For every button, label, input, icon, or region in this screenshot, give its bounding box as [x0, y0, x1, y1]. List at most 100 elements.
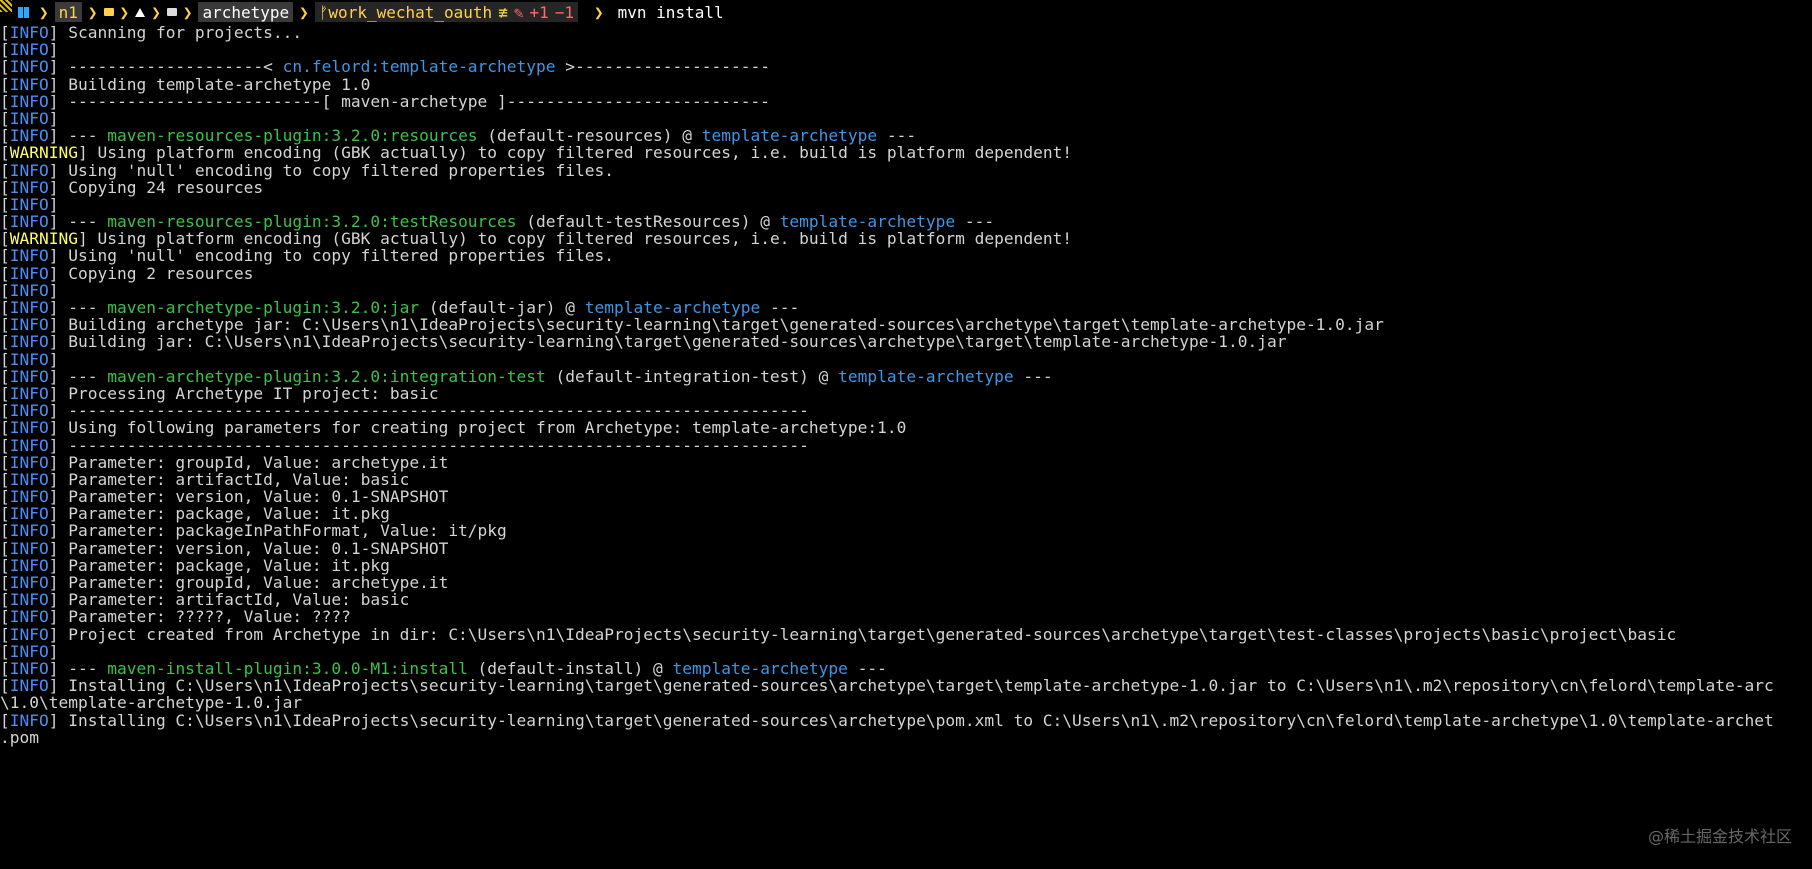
log-bracket: ]: [48, 315, 69, 335]
log-level-tag: INFO: [9, 435, 49, 455]
log-text: Parameter: groupId, Value: archetype.it: [68, 452, 449, 472]
typed-command[interactable]: mvn install: [618, 3, 724, 22]
log-bracket: [: [0, 401, 10, 421]
log-bracket: [: [0, 23, 10, 42]
git-branch-icon: ᚠ: [318, 2, 329, 22]
log-text: Parameter: artifactId, Value: basic: [68, 590, 410, 610]
log-bracket: ]: [77, 143, 98, 163]
log-text: Using platform encoding (GBK actually) t…: [97, 143, 1073, 163]
log-level-tag: INFO: [9, 624, 49, 644]
log-bracket: [: [0, 40, 10, 60]
log-level-tag: INFO: [9, 641, 49, 661]
log-level-tag: INFO: [9, 194, 49, 214]
log-level-tag: INFO: [9, 658, 49, 678]
log-text: Using following parameters for creating …: [68, 418, 907, 438]
plugin-goal: maven-resources-plugin:3.2.0:resources: [107, 126, 478, 146]
log-line: [INFO] --- maven-install-plugin:3.0.0-M1…: [0, 660, 1812, 677]
log-bracket: [: [0, 315, 10, 335]
log-text: Using 'null' encoding to copy filtered p…: [68, 246, 614, 266]
log-bracket: [: [0, 108, 10, 128]
log-bracket: ]: [48, 435, 69, 455]
log-line: [INFO]: [0, 282, 1812, 299]
log-line: [INFO] --- maven-archetype-plugin:3.2.0:…: [0, 299, 1812, 316]
prompt-separator: ❯: [299, 2, 309, 22]
log-bracket: [: [0, 469, 10, 489]
log-line: [INFO] Using 'null' encoding to copy fil…: [0, 160, 1812, 180]
log-bracket: ]: [48, 280, 69, 300]
log-bracket: ]: [48, 40, 69, 60]
log-line: \1.0\template-archetype-1.0.jar: [0, 694, 1812, 711]
log-bracket: ]: [48, 504, 69, 524]
artifact-id: template-archetype: [672, 658, 848, 678]
log-text: Installing C:\Users\n1\IdeaProjects\secu…: [68, 676, 1774, 696]
log-text: Parameter: ?????, Value: ????: [68, 607, 351, 627]
log-line: [INFO]: [0, 196, 1812, 213]
log-line: [INFO] Parameter: artifactId, Value: bas…: [0, 471, 1812, 488]
log-text: ---: [68, 658, 108, 678]
log-line: [INFO] Project created from Archetype in…: [0, 624, 1812, 644]
log-bracket: [: [0, 280, 10, 300]
log-bracket: [: [0, 143, 10, 163]
log-level-tag: INFO: [9, 280, 49, 300]
log-bracket: ]: [48, 366, 69, 386]
log-text: Parameter: version, Value: 0.1-SNAPSHOT: [68, 538, 449, 558]
log-bracket: [: [0, 212, 10, 232]
log-line: [INFO] Building jar: C:\Users\n1\IdeaPro…: [0, 333, 1812, 350]
log-bracket: ]: [48, 658, 69, 678]
log-level-tag: INFO: [9, 573, 49, 592]
prompt-separator: ❯: [87, 2, 98, 22]
log-line: [INFO] Parameter: package, Value: it.pkg: [0, 557, 1812, 574]
log-level-tag: INFO: [9, 607, 49, 627]
log-level-tag: INFO: [9, 487, 49, 507]
log-text: Scanning for projects...: [68, 23, 303, 42]
log-line: [INFO] Parameter: packageInPathFormat, V…: [0, 522, 1812, 539]
terminal-window[interactable]: ❯ n1 ❯ ❯ ❯ ❯ archetype ❯ ᚠ work_wechat_o…: [0, 0, 1812, 869]
log-line: [INFO] Parameter: package, Value: it.pkg: [0, 505, 1812, 522]
log-line: [INFO] Building archetype jar: C:\Users\…: [0, 316, 1812, 333]
log-line: [WARNING] Using platform encoding (GBK a…: [0, 144, 1812, 161]
log-line: [INFO] Parameter: version, Value: 0.1-SN…: [0, 488, 1812, 505]
log-line: [INFO]: [0, 41, 1812, 58]
log-line: [INFO] Installing C:\Users\n1\IdeaProjec…: [0, 711, 1812, 729]
log-level-tag: INFO: [9, 555, 49, 575]
git-segment: ᚠ work_wechat_oauth ≢ ✎ +1 −1: [314, 2, 578, 22]
plugin-goal: maven-resources-plugin:3.2.0:testResourc…: [107, 212, 517, 232]
log-bracket: ]: [48, 298, 69, 317]
log-text: ---: [68, 126, 108, 146]
log-text: ---: [847, 658, 887, 678]
log-bracket: ]: [48, 624, 69, 644]
log-bracket: [: [0, 74, 10, 94]
log-level-tag: INFO: [9, 40, 49, 60]
artifact-id: template-archetype: [838, 366, 1014, 386]
log-bracket: [: [0, 590, 10, 610]
windows-icon: [18, 6, 29, 18]
log-line: [INFO] Using 'null' encoding to copy fil…: [0, 247, 1812, 264]
log-level-tag: INFO: [9, 246, 49, 266]
log-bracket: ]: [48, 383, 69, 403]
log-text: ----------------------------------------…: [68, 435, 809, 455]
log-text: ---: [1013, 366, 1053, 386]
log-level-tag: INFO: [9, 504, 49, 524]
log-text: ---: [877, 126, 917, 146]
git-added-count: +1: [529, 2, 549, 22]
prompt-separator: ❯: [39, 2, 49, 22]
log-text: Building template-archetype 1.0: [68, 74, 371, 94]
log-text: Copying 24 resources: [68, 177, 264, 197]
log-bracket: [: [0, 349, 10, 369]
log-bracket: [: [0, 366, 10, 386]
log-bracket: ]: [48, 160, 69, 180]
log-bracket: [: [0, 383, 10, 403]
log-text: ---: [68, 298, 108, 317]
prompt-separator: ❯: [151, 2, 161, 22]
log-bracket: ]: [48, 126, 69, 146]
log-text: Using 'null' encoding to copy filtered p…: [68, 160, 614, 180]
plugin-goal: maven-archetype-plugin:3.2.0:integration…: [107, 366, 546, 386]
log-text: (default-jar) @: [419, 298, 585, 317]
log-bracket: ]: [48, 521, 69, 541]
log-bracket: ]: [48, 332, 69, 352]
log-level-tag: INFO: [9, 383, 49, 403]
log-level-tag: INFO: [9, 108, 49, 128]
log-line: [INFO] ---------------------------------…: [0, 402, 1812, 419]
log-bracket: [: [0, 126, 10, 146]
log-text: ---: [68, 212, 108, 232]
